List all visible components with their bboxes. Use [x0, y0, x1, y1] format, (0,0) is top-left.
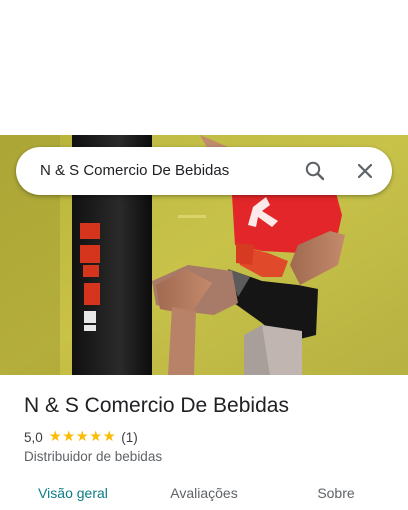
close-icon[interactable] [353, 159, 377, 183]
place-tabs: Visão geral Avaliações Sobre [0, 476, 408, 510]
tab-about[interactable]: Sobre [288, 476, 384, 510]
tab-reviews[interactable]: Avaliações [155, 476, 253, 510]
place-title: N & S Comercio De Bebidas [24, 394, 289, 417]
search-input[interactable]: N & S Comercio De Bebidas [40, 162, 229, 179]
search-icon[interactable] [303, 159, 327, 183]
rating-score: 5,0 [24, 429, 43, 445]
review-count[interactable]: (1) [121, 430, 138, 445]
rating-row[interactable]: 5,0 ★★★★★ (1) [24, 428, 138, 446]
tab-overview[interactable]: Visão geral [24, 476, 122, 510]
search-bar[interactable]: N & S Comercio De Bebidas [16, 147, 392, 195]
rating-stars-icon: ★★★★★ [48, 429, 117, 445]
place-category[interactable]: Distribuidor de bebidas [24, 449, 162, 464]
